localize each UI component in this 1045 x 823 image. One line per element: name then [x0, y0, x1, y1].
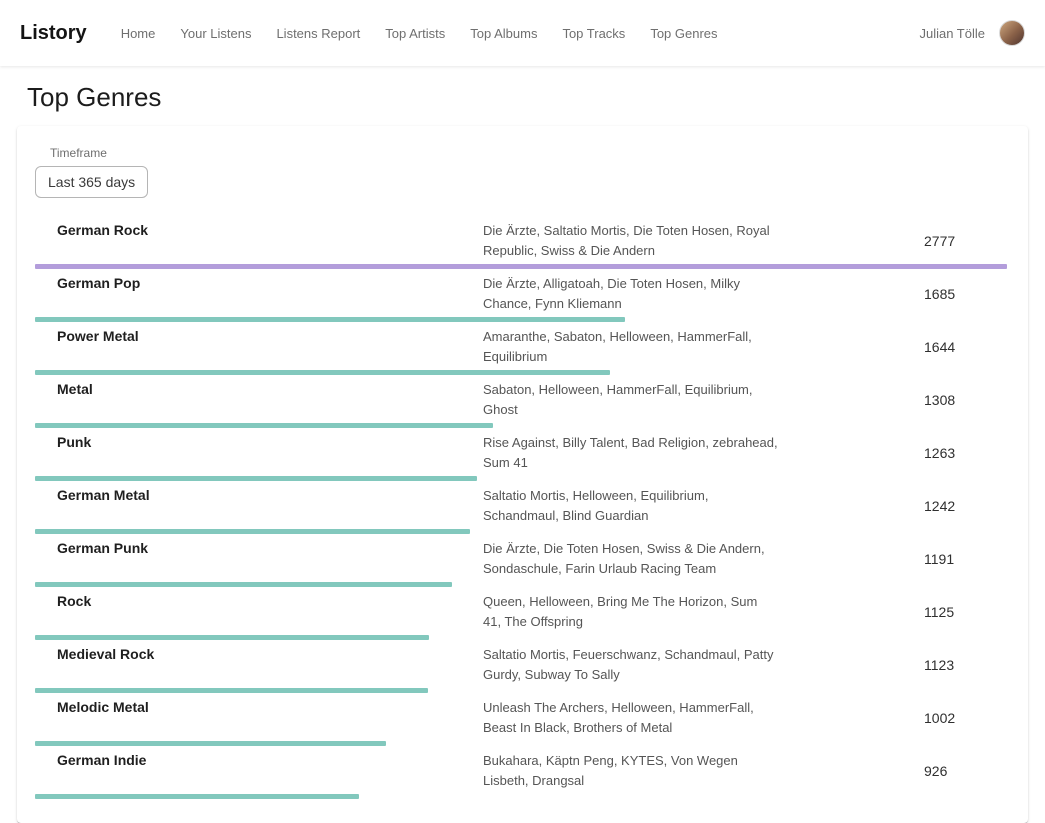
nav-item-top-artists[interactable]: Top Artists [385, 26, 445, 41]
genre-name: German Pop [33, 274, 483, 291]
genre-row: MetalSabaton, Helloween, HammerFall, Equ… [33, 375, 1012, 428]
genre-name: Metal [33, 380, 483, 397]
genre-row: RockQueen, Helloween, Bring Me The Horiz… [33, 587, 1012, 640]
genre-count: 1125 [924, 604, 954, 620]
timeframe-select[interactable]: Last 365 days [35, 166, 148, 198]
genre-row: German RockDie Ärzte, Saltatio Mortis, D… [33, 216, 1012, 269]
genre-name: Medieval Rock [33, 645, 483, 662]
genre-count: 1002 [924, 710, 955, 726]
user-avatar[interactable] [999, 20, 1025, 46]
genre-artists: Amaranthe, Sabaton, Helloween, HammerFal… [483, 327, 778, 366]
genre-artists: Rise Against, Billy Talent, Bad Religion… [483, 433, 778, 472]
timeframe-label: Timeframe [50, 146, 1012, 160]
genre-count: 1263 [924, 445, 955, 461]
genre-artists: Unleash The Archers, Helloween, HammerFa… [483, 698, 778, 737]
genre-count: 926 [924, 763, 947, 779]
user-menu: Julian Tölle [919, 20, 1025, 46]
genre-bar [35, 794, 359, 799]
genre-name: German Rock [33, 221, 483, 238]
genre-name: German Indie [33, 751, 483, 768]
genre-table: German RockDie Ärzte, Saltatio Mortis, D… [33, 216, 1012, 799]
genre-row: Power MetalAmaranthe, Sabaton, Helloween… [33, 322, 1012, 375]
app-logo[interactable]: Listory [20, 22, 87, 45]
genre-name: German Metal [33, 486, 483, 503]
genre-row: Medieval RockSaltatio Mortis, Feuerschwa… [33, 640, 1012, 693]
genre-artists: Die Ärzte, Alligatoah, Die Toten Hosen, … [483, 274, 778, 313]
genre-artists: Sabaton, Helloween, HammerFall, Equilibr… [483, 380, 778, 419]
genre-count: 1644 [924, 339, 955, 355]
genre-bar-track [35, 794, 1007, 799]
main-nav: Home Your Listens Listens Report Top Artist… [121, 26, 920, 41]
genre-row: German IndieBukahara, Käptn Peng, KYTES,… [33, 746, 1012, 799]
genre-row: PunkRise Against, Billy Talent, Bad Reli… [33, 428, 1012, 481]
genre-count: 1685 [924, 286, 955, 302]
genre-row: German PopDie Ärzte, Alligatoah, Die Tot… [33, 269, 1012, 322]
nav-item-top-genres[interactable]: Top Genres [650, 26, 717, 41]
page-title: Top Genres [27, 82, 1045, 113]
genre-artists: Die Ärzte, Saltatio Mortis, Die Toten Ho… [483, 221, 778, 260]
nav-item-top-tracks[interactable]: Top Tracks [562, 26, 625, 41]
genre-name: Power Metal [33, 327, 483, 344]
genre-name: Melodic Metal [33, 698, 483, 715]
genre-artists: Saltatio Mortis, Helloween, Equilibrium,… [483, 486, 778, 525]
user-name[interactable]: Julian Tölle [919, 26, 985, 41]
genre-name: Rock [33, 592, 483, 609]
genre-artists: Saltatio Mortis, Feuerschwanz, Schandmau… [483, 645, 778, 684]
genre-count: 1308 [924, 392, 955, 408]
app-bar: Listory Home Your Listens Listens Report To… [0, 0, 1045, 66]
top-genres-card: Timeframe Last 365 days German RockDie Ä… [17, 126, 1028, 823]
genre-artists: Die Ärzte, Die Toten Hosen, Swiss & Die … [483, 539, 778, 578]
genre-artists: Queen, Helloween, Bring Me The Horizon, … [483, 592, 778, 631]
genre-count: 1242 [924, 498, 955, 514]
genre-row: German PunkDie Ärzte, Die Toten Hosen, S… [33, 534, 1012, 587]
timeframe-filter: Timeframe Last 365 days [33, 146, 1012, 198]
genre-name: Punk [33, 433, 483, 450]
genre-name: German Punk [33, 539, 483, 556]
genre-count: 1191 [924, 551, 954, 567]
genre-count: 2777 [924, 233, 955, 249]
nav-item-home[interactable]: Home [121, 26, 156, 41]
genre-row: Melodic MetalUnleash The Archers, Hellow… [33, 693, 1012, 746]
genre-count: 1123 [924, 657, 954, 673]
nav-item-your-listens[interactable]: Your Listens [180, 26, 251, 41]
genre-row: German MetalSaltatio Mortis, Helloween, … [33, 481, 1012, 534]
main-content: Top Genres Timeframe Last 365 days Germa… [0, 82, 1045, 823]
nav-item-top-albums[interactable]: Top Albums [470, 26, 537, 41]
genre-artists: Bukahara, Käptn Peng, KYTES, Von Wegen L… [483, 751, 778, 790]
nav-item-listens-report[interactable]: Listens Report [276, 26, 360, 41]
